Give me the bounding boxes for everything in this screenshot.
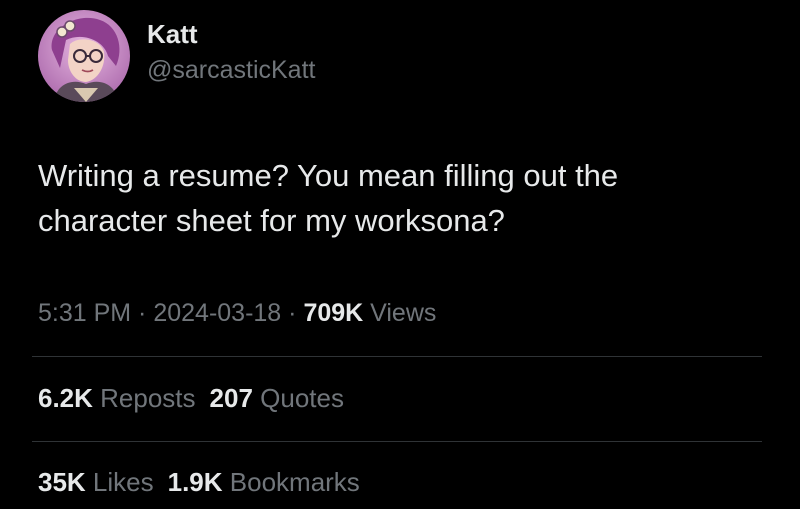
tweet-card: Katt @sarcasticKatt Writing a resume? Yo… <box>0 0 800 509</box>
likes-label: Likes <box>85 467 154 497</box>
author-handle[interactable]: @sarcasticKatt <box>147 54 315 86</box>
views-count: 709K <box>303 299 364 327</box>
engagement-row-likes: 35K Likes 1.9K Bookmarks <box>38 465 374 499</box>
quotes-count: 207 <box>209 383 253 413</box>
likes-stat[interactable]: 35K Likes <box>38 465 154 499</box>
author-names: Katt @sarcasticKatt <box>147 18 315 86</box>
tweet-text: Writing a resume? You mean filling out t… <box>38 158 619 238</box>
divider <box>32 441 762 442</box>
reposts-stat[interactable]: 6.2K Reposts <box>38 381 196 415</box>
meta-separator: · <box>281 299 304 327</box>
tweet-header: Katt @sarcasticKatt <box>38 10 315 102</box>
avatar-illustration-icon <box>38 10 130 102</box>
reposts-count: 6.2K <box>38 383 93 413</box>
tweet-meta: 5:31 PM · 2024-03-18 · 709K Views <box>38 296 436 330</box>
divider <box>32 356 762 357</box>
tweet-date[interactable]: 2024-03-18 <box>153 299 281 327</box>
reposts-label: Reposts <box>92 383 196 413</box>
likes-count: 35K <box>38 467 86 497</box>
meta-separator: · <box>131 299 154 327</box>
bookmarks-count: 1.9K <box>167 467 223 497</box>
quotes-label: Quotes <box>252 383 344 413</box>
quotes-stat[interactable]: 207 Quotes <box>210 381 344 415</box>
views-label: Views <box>363 299 437 327</box>
tweet-time[interactable]: 5:31 PM <box>38 299 131 327</box>
engagement-row-reposts: 6.2K Reposts 207 Quotes <box>38 381 358 415</box>
bookmarks-stat[interactable]: 1.9K Bookmarks <box>168 465 360 499</box>
author-display-name[interactable]: Katt <box>147 18 315 50</box>
avatar[interactable] <box>38 10 130 102</box>
bookmarks-label: Bookmarks <box>222 467 360 497</box>
